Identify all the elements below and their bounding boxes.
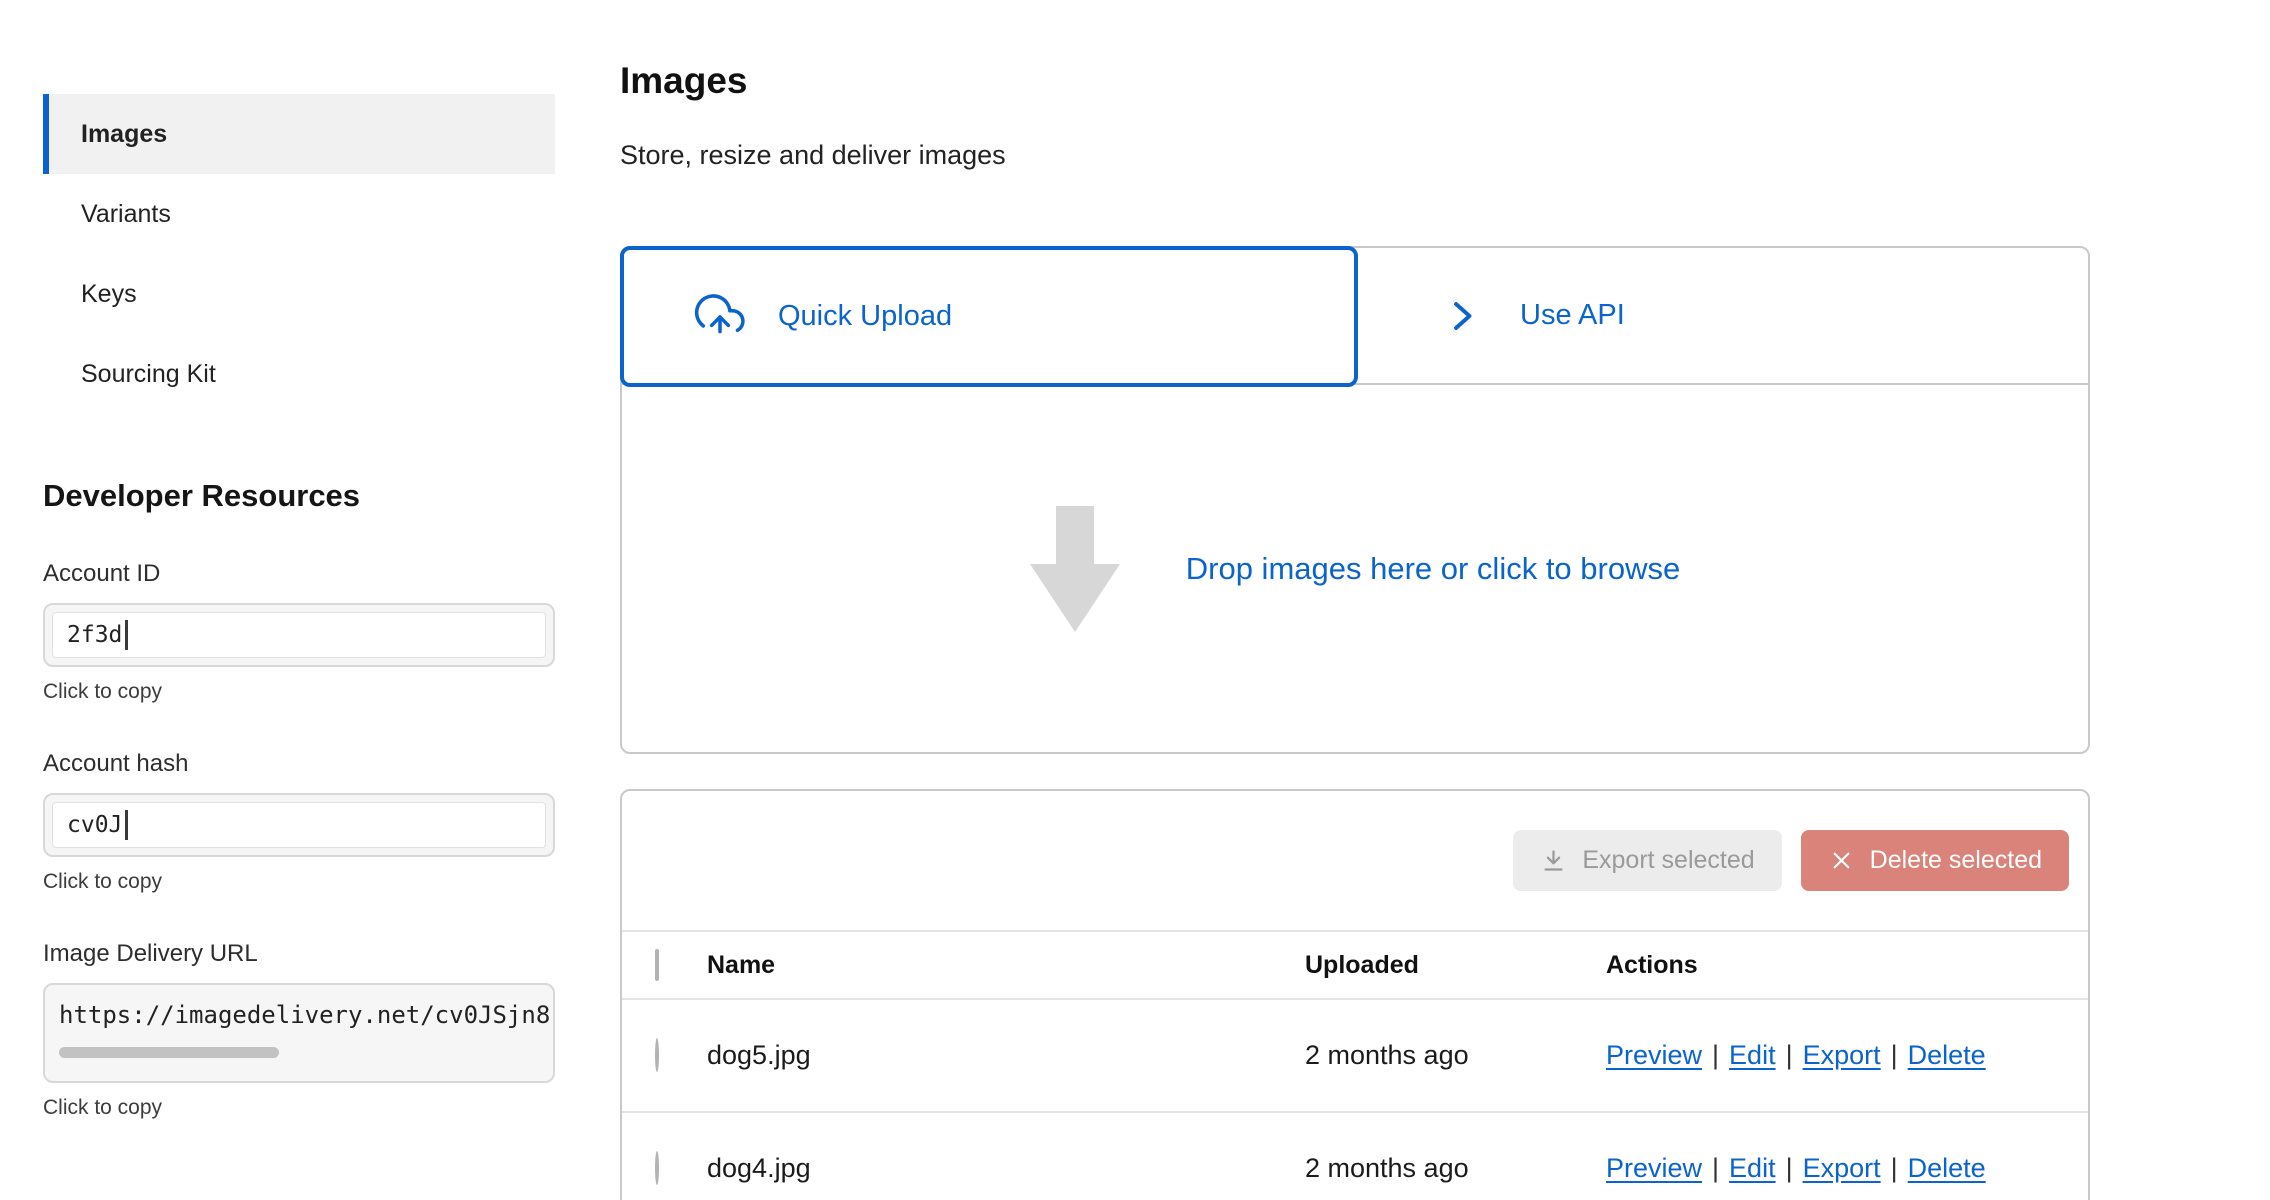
row-actions: Preview | Edit | Export | Delete (1606, 1040, 2088, 1071)
sidebar-item-label: Variants (81, 200, 171, 229)
table-row: dog5.jpg 2 months ago Preview | Edit | Expor… (622, 998, 2088, 1111)
account-hash-input[interactable]: cv0J (52, 802, 546, 848)
account-hash-copy-hint: Click to copy (43, 870, 555, 894)
download-icon (1540, 847, 1567, 874)
action-separator: | (1786, 1040, 1793, 1070)
upload-tab-row: Quick Upload Use API (622, 248, 2088, 385)
export-link[interactable]: Export (1803, 1040, 1881, 1070)
sidebar: Images Variants Keys Sourcing Kit Develo… (43, 94, 555, 1120)
delivery-url-copy-hint: Click to copy (43, 1096, 555, 1120)
table-row: dog4.jpg 2 months ago Preview | Edit | Expor… (622, 1111, 2088, 1200)
preview-link[interactable]: Preview (1606, 1153, 1702, 1183)
page-subtitle: Store, resize and deliver images (620, 140, 1006, 171)
sidebar-nav: Images Variants Keys Sourcing Kit (43, 94, 555, 414)
row-checkbox[interactable] (655, 1038, 659, 1072)
action-separator: | (1891, 1040, 1898, 1070)
action-separator: | (1712, 1040, 1719, 1070)
x-icon (1828, 847, 1855, 874)
images-table-card: Export selected Delete selected Name Upl… (620, 789, 2090, 1200)
action-separator: | (1712, 1153, 1719, 1183)
tab-use-api-label: Use API (1520, 299, 1625, 332)
uploaded-time: 2 months ago (1305, 1040, 1606, 1071)
column-header-actions: Actions (1606, 951, 2088, 980)
text-cursor (125, 620, 128, 650)
row-checkbox[interactable] (655, 1151, 659, 1185)
arrow-down-icon (1030, 506, 1120, 632)
account-hash-field: Account hash cv0J Click to copy (43, 750, 555, 894)
delete-selected-label: Delete selected (1870, 846, 2042, 875)
delete-link[interactable]: Delete (1908, 1040, 1986, 1070)
sidebar-item-keys[interactable]: Keys (43, 254, 555, 334)
row-actions: Preview | Edit | Export | Delete (1606, 1153, 2088, 1184)
column-header-uploaded: Uploaded (1305, 951, 1606, 980)
account-id-input[interactable]: 2f3d (52, 612, 546, 658)
sidebar-item-label: Keys (81, 280, 137, 309)
delivery-url-label: Image Delivery URL (43, 940, 555, 968)
edit-link[interactable]: Edit (1729, 1153, 1776, 1183)
sidebar-item-label: Images (81, 120, 167, 149)
page-title: Images (620, 60, 748, 102)
sidebar-item-label: Sourcing Kit (81, 360, 216, 389)
delete-selected-button[interactable]: Delete selected (1801, 830, 2069, 891)
dropzone-text: Drop images here or click to browse (1186, 551, 1680, 587)
sidebar-item-images[interactable]: Images (43, 94, 555, 174)
export-selected-label: Export selected (1582, 846, 1754, 875)
action-separator: | (1786, 1153, 1793, 1183)
account-id-label: Account ID (43, 560, 555, 588)
delivery-url-copy-box[interactable]: https://imagedelivery.net/cv0JSjn8 (43, 983, 555, 1083)
file-name: dog5.jpg (707, 1040, 1305, 1071)
tab-quick-upload-label: Quick Upload (778, 300, 952, 333)
account-id-field: Account ID 2f3d Click to copy (43, 560, 555, 704)
export-link[interactable]: Export (1803, 1153, 1881, 1183)
sidebar-item-sourcing-kit[interactable]: Sourcing Kit (43, 334, 555, 414)
delivery-url-field: Image Delivery URL https://imagedelivery… (43, 940, 555, 1120)
developer-resources-heading: Developer Resources (43, 478, 555, 514)
file-name: dog4.jpg (707, 1153, 1305, 1184)
account-hash-label: Account hash (43, 750, 555, 778)
account-id-value: 2f3d (67, 622, 122, 648)
image-dropzone[interactable]: Drop images here or click to browse (622, 385, 2088, 752)
sidebar-item-variants[interactable]: Variants (43, 174, 555, 254)
table-header-row: Name Uploaded Actions (622, 930, 2088, 998)
account-hash-value: cv0J (67, 812, 122, 838)
table-toolbar: Export selected Delete selected (622, 791, 2088, 930)
uploaded-time: 2 months ago (1305, 1153, 1606, 1184)
upload-card: Quick Upload Use API Drop images here or… (620, 246, 2090, 754)
chevron-right-icon (1444, 294, 1480, 338)
account-id-copy-hint: Click to copy (43, 680, 555, 704)
delivery-url-value: https://imagedelivery.net/cv0JSjn8 (59, 1001, 553, 1029)
delete-link[interactable]: Delete (1908, 1153, 1986, 1183)
edit-link[interactable]: Edit (1729, 1040, 1776, 1070)
tab-use-api[interactable]: Use API (1362, 248, 2088, 383)
cloud-upload-icon (692, 292, 748, 342)
tab-quick-upload[interactable]: Quick Upload (620, 246, 1358, 387)
horizontal-scrollbar-thumb[interactable] (59, 1047, 279, 1058)
action-separator: | (1891, 1153, 1898, 1183)
account-hash-copy-box[interactable]: cv0J (43, 793, 555, 857)
select-all-checkbox[interactable] (655, 949, 659, 981)
text-cursor (125, 810, 128, 840)
column-header-name: Name (707, 951, 1305, 980)
account-id-copy-box[interactable]: 2f3d (43, 603, 555, 667)
export-selected-button[interactable]: Export selected (1513, 830, 1781, 891)
preview-link[interactable]: Preview (1606, 1040, 1702, 1070)
